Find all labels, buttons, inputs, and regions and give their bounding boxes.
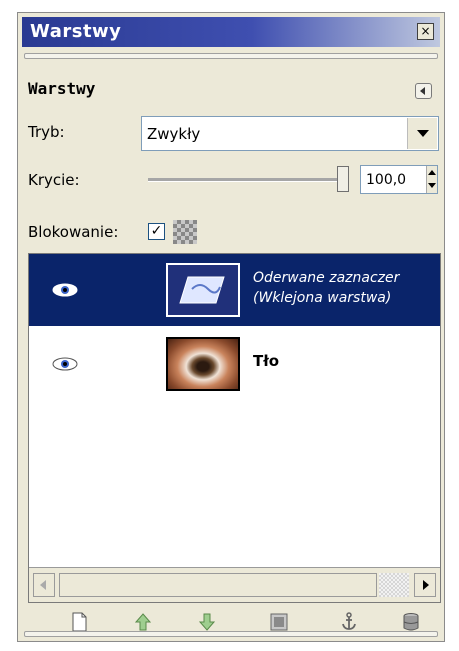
alpha-channel-icon (173, 220, 197, 244)
layer-thumbnail[interactable] (166, 337, 240, 391)
title-bar[interactable]: Warstwy × (22, 17, 440, 47)
spin-down-icon[interactable] (428, 183, 436, 188)
spin-arrows[interactable] (426, 166, 437, 193)
layers-dialog: Warstwy × Warstwy Tryb: Zwykły Krycie: 1… (17, 12, 445, 642)
eye-icon[interactable] (52, 282, 78, 298)
dock-separator-bottom[interactable] (24, 631, 438, 637)
raise-layer-icon[interactable] (132, 611, 154, 633)
lower-layer-icon[interactable] (196, 611, 218, 633)
floating-selection-icon (179, 276, 225, 304)
layer-row-floating[interactable]: Oderwane zaznaczer (Wklejona warstwa) (29, 254, 440, 326)
opacity-spinbox[interactable]: 100,0 (360, 165, 438, 194)
scrollbar-track[interactable] (379, 573, 409, 597)
new-layer-icon[interactable] (68, 611, 90, 633)
mode-value: Zwykły (147, 125, 201, 143)
opacity-slider-track[interactable] (148, 178, 343, 182)
scroll-right-icon[interactable] (414, 573, 436, 597)
lock-label: Blokowanie: (28, 223, 119, 241)
opacity-value: 100,0 (366, 172, 407, 188)
layer-name[interactable]: Tło (253, 352, 279, 370)
layer-name-line2: (Wklejona warstwa) (253, 290, 392, 306)
opacity-label: Krycie: (28, 171, 80, 189)
close-button[interactable]: × (417, 23, 434, 40)
eye-icon[interactable] (52, 356, 78, 372)
mode-label: Tryb: (28, 123, 65, 141)
duplicate-layer-icon[interactable] (268, 611, 290, 633)
dropdown-arrow-icon[interactable] (407, 118, 437, 149)
tab-menu-button[interactable] (415, 83, 432, 99)
dock-separator[interactable] (24, 53, 438, 59)
scroll-left-icon[interactable] (33, 573, 55, 597)
scrollbar-thumb[interactable] (59, 573, 377, 597)
panel-heading: Warstwy (28, 79, 96, 98)
layer-thumbnail[interactable] (166, 263, 240, 317)
lock-alpha-checkbox[interactable]: ✓ (148, 223, 165, 240)
layer-row-background[interactable]: Tło (29, 328, 440, 400)
horizontal-scrollbar[interactable] (29, 567, 440, 602)
spin-up-icon[interactable] (428, 170, 436, 175)
layer-name[interactable]: Oderwane zaznaczer (Wklejona warstwa) (253, 268, 399, 308)
window-title: Warstwy (30, 21, 122, 42)
anchor-layer-icon[interactable] (338, 611, 360, 633)
layer-name-line1: Oderwane zaznaczer (253, 270, 400, 286)
mode-dropdown[interactable]: Zwykły (141, 116, 439, 151)
delete-layer-icon[interactable] (400, 611, 422, 633)
layers-list: Oderwane zaznaczer (Wklejona warstwa) Tł… (28, 253, 441, 603)
opacity-slider-handle[interactable] (337, 166, 349, 192)
